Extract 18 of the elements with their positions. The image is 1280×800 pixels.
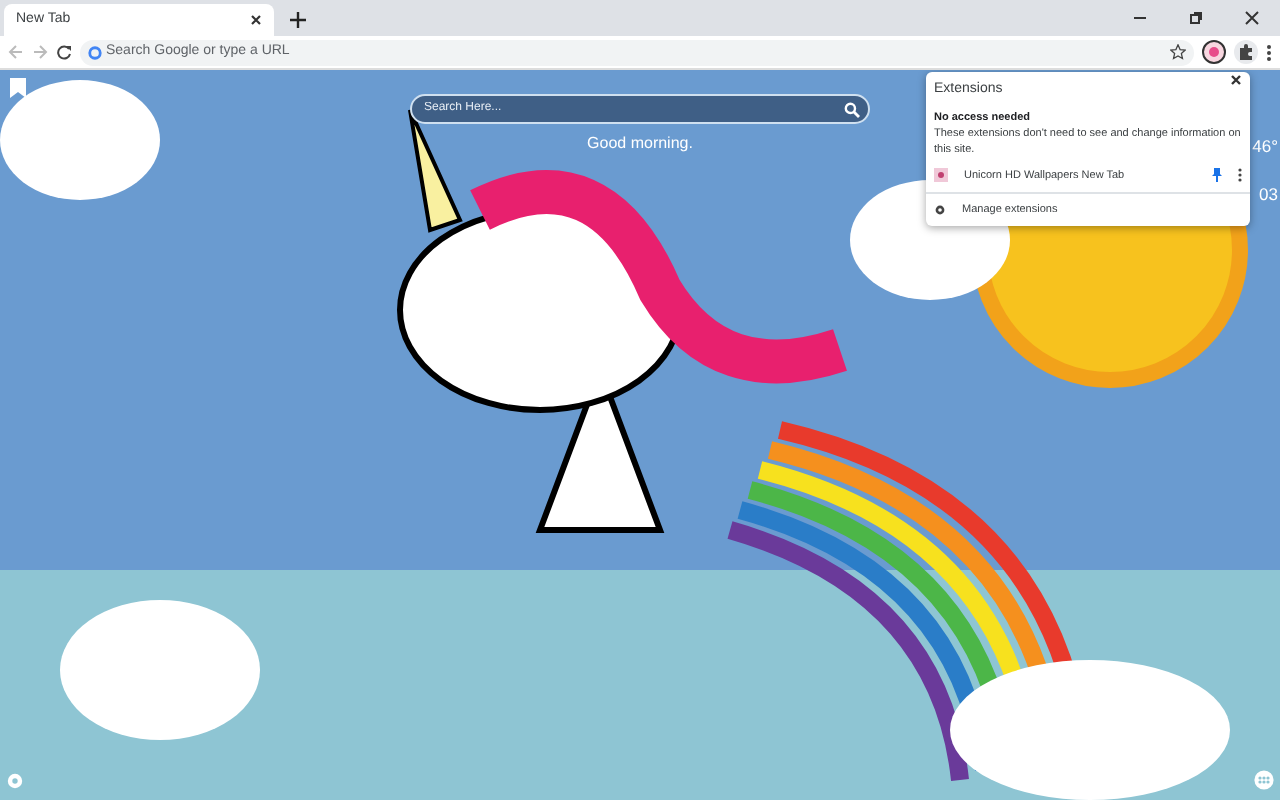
puzzle-icon[interactable] [1234, 40, 1258, 64]
temperature-text: 46° [1252, 134, 1278, 160]
restore-icon[interactable] [1188, 10, 1204, 26]
pin-icon[interactable] [1212, 168, 1222, 183]
close-tab-icon[interactable] [250, 14, 262, 26]
close-icon[interactable] [1230, 74, 1242, 86]
star-icon[interactable] [1170, 44, 1186, 60]
bookmark-icon[interactable] [10, 78, 26, 98]
greeting-text: Good morning. [587, 132, 693, 156]
search-icon[interactable] [844, 101, 860, 117]
settings-icon [934, 204, 946, 217]
time-text: 03 [1259, 182, 1278, 208]
extension-icon[interactable] [1202, 40, 1226, 64]
reload-icon[interactable] [56, 44, 72, 60]
menu-icon[interactable] [1266, 43, 1272, 61]
close-icon[interactable] [1244, 10, 1260, 26]
new-tab-icon[interactable] [290, 12, 306, 28]
extension-logo-icon [934, 168, 948, 183]
